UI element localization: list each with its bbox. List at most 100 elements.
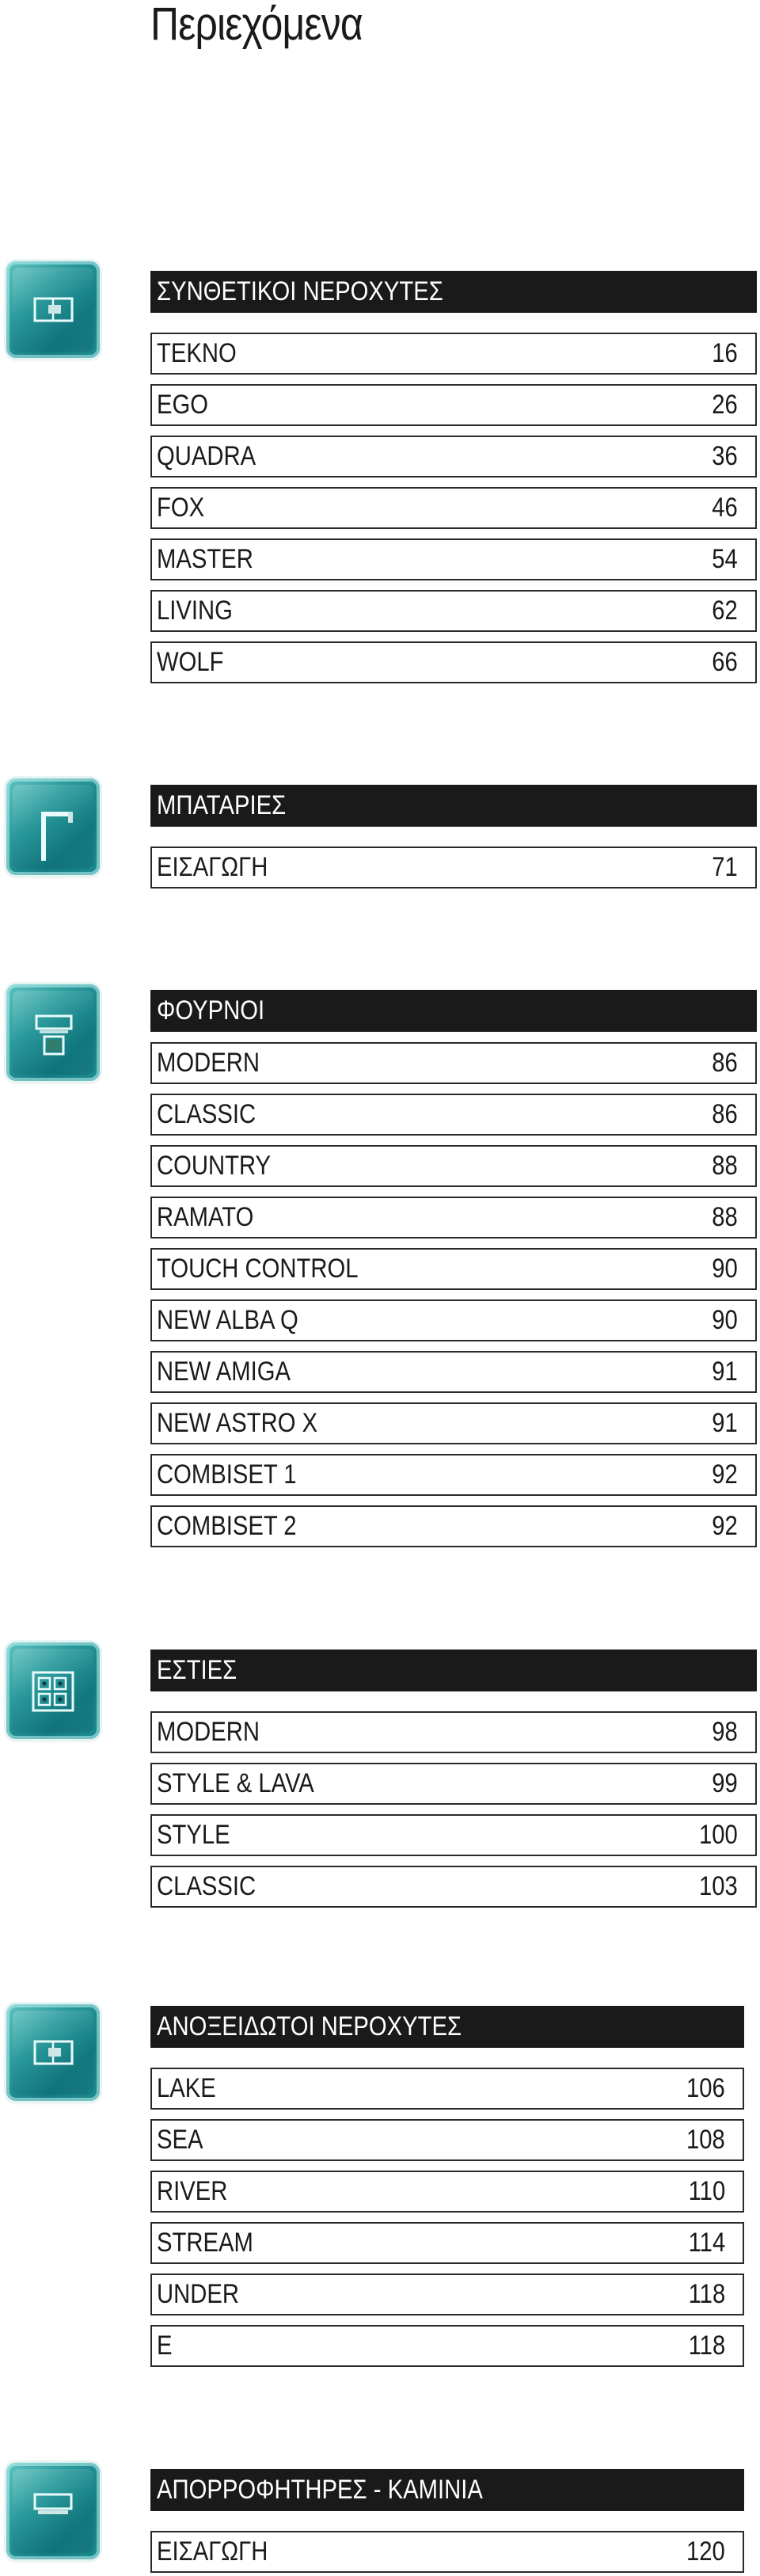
toc-page-number: 86	[712, 1048, 738, 1078]
toc-page-number: 92	[712, 1459, 738, 1490]
toc-row[interactable]: LAKE 106	[150, 2068, 744, 2110]
toc-page-number: 71	[712, 852, 738, 882]
toc-item-name: MODERN	[157, 1048, 260, 1078]
toc-page-number: 88	[712, 1202, 738, 1232]
toc-page-number: 100	[699, 1820, 738, 1850]
toc-item-name: TEKNO	[157, 338, 237, 368]
toc-row[interactable]: COMBISET 1 92	[150, 1454, 757, 1496]
toc-page-number: 16	[712, 338, 738, 368]
toc-item-name: MASTER	[157, 544, 253, 574]
toc-row[interactable]: RAMATO 88	[150, 1197, 757, 1239]
oven-icon	[6, 984, 100, 1081]
toc-item-name: UNDER	[157, 2279, 239, 2309]
toc-item-name: ΕΙΣΑΓΩΓΗ	[157, 852, 268, 882]
toc-page-number: 114	[688, 2228, 725, 2258]
toc-row[interactable]: EGO 26	[150, 384, 757, 426]
toc-page-number: 88	[712, 1151, 738, 1181]
hob-icon	[6, 1642, 100, 1739]
toc-row[interactable]: TOUCH CONTROL 90	[150, 1248, 757, 1290]
toc-item-name: STYLE	[157, 1820, 230, 1850]
toc-row[interactable]: NEW ALBA Q 90	[150, 1299, 757, 1341]
toc-item-name: WOLF	[157, 647, 224, 677]
toc-row[interactable]: CLASSIC 103	[150, 1866, 757, 1908]
toc-page-number: 46	[712, 493, 738, 523]
toc-page-number: 91	[712, 1356, 738, 1387]
toc-page-number: 118	[688, 2331, 725, 2361]
toc-item-name: STREAM	[157, 2228, 253, 2258]
page-title: Περιεχόμενα	[150, 0, 363, 50]
toc-row[interactable]: WOLF 66	[150, 641, 757, 683]
toc-item-name: STYLE & LAVA	[157, 1768, 314, 1798]
toc-row[interactable]: STYLE & LAVA 99	[150, 1763, 757, 1805]
toc-page-number: 110	[688, 2176, 725, 2206]
toc-page-number: 26	[712, 390, 738, 420]
toc-item-name: COMBISET 1	[157, 1459, 297, 1490]
toc-row[interactable]: ΕΙΣΑΓΩΓΗ 120	[150, 2531, 744, 2573]
section-header: ΑΠΟΡΡΟΦΗΤΗΡΕΣ - ΚΑΜΙΝΙΑ	[150, 2469, 744, 2511]
toc-page-number: 92	[712, 1511, 738, 1541]
sink-icon	[6, 2004, 100, 2101]
toc-page-number: 120	[686, 2536, 725, 2566]
toc-row[interactable]: STREAM 114	[150, 2222, 744, 2264]
toc-row[interactable]: E 118	[150, 2325, 744, 2367]
sink-icon	[6, 261, 100, 358]
toc-row[interactable]: FOX 46	[150, 487, 757, 529]
toc-row[interactable]: COUNTRY 88	[150, 1145, 757, 1187]
toc-row[interactable]: MODERN 86	[150, 1042, 757, 1084]
toc-item-name: MODERN	[157, 1717, 260, 1747]
toc-item-name: CLASSIC	[157, 1099, 256, 1129]
toc-item-name: SEA	[157, 2125, 203, 2155]
toc-row[interactable]: CLASSIC 86	[150, 1094, 757, 1136]
toc-item-name: LIVING	[157, 595, 233, 626]
section-header: ΜΠΑΤΑΡΙΕΣ	[150, 785, 757, 827]
toc-item-name: QUADRA	[157, 441, 256, 471]
toc-page-number: 66	[712, 647, 738, 677]
hood-icon	[6, 2463, 100, 2559]
toc-page-number: 54	[712, 544, 738, 574]
toc-item-name: NEW ALBA Q	[157, 1305, 298, 1335]
toc-page-number: 118	[688, 2279, 725, 2309]
toc-row[interactable]: RIVER 110	[150, 2171, 744, 2213]
section-header: ΑΝΟΞΕΙΔΩΤΟΙ ΝΕΡΟΧΥΤΕΣ	[150, 2006, 744, 2048]
toc-page-number: 91	[712, 1408, 738, 1438]
toc-page-number: 90	[712, 1305, 738, 1335]
toc-page-number: 90	[712, 1254, 738, 1284]
toc-item-name: TOUCH CONTROL	[157, 1254, 359, 1284]
toc-item-name: RIVER	[157, 2176, 228, 2206]
toc-row[interactable]: COMBISET 2 92	[150, 1505, 757, 1547]
toc-row[interactable]: LIVING 62	[150, 590, 757, 632]
toc-page-number: 103	[699, 1871, 738, 1901]
section-header: ΣΥΝΘΕΤΙΚΟΙ ΝΕΡΟΧΥΤΕΣ	[150, 271, 757, 313]
toc-item-name: NEW AMIGA	[157, 1356, 291, 1387]
toc-page-number: 98	[712, 1717, 738, 1747]
toc-item-name: NEW ASTRO X	[157, 1408, 318, 1438]
toc-row[interactable]: ΕΙΣΑΓΩΓΗ 71	[150, 847, 757, 888]
toc-row[interactable]: STYLE 100	[150, 1814, 757, 1856]
toc-page-number: 86	[712, 1099, 738, 1129]
section-header: ΦΟΥΡΝΟΙ	[150, 990, 757, 1032]
faucet-icon	[6, 778, 100, 875]
toc-row[interactable]: NEW AMIGA 91	[150, 1351, 757, 1393]
toc-row[interactable]: UNDER 118	[150, 2274, 744, 2315]
toc-row[interactable]: QUADRA 36	[150, 436, 757, 478]
toc-page-number: 36	[712, 441, 738, 471]
toc-row[interactable]: MASTER 54	[150, 538, 757, 580]
toc-row[interactable]: NEW ASTRO X 91	[150, 1402, 757, 1444]
toc-item-name: LAKE	[157, 2073, 216, 2103]
toc-item-name: CLASSIC	[157, 1871, 256, 1901]
toc-item-name: FOX	[157, 493, 205, 523]
toc-item-name: E	[157, 2331, 173, 2361]
toc-page-number: 99	[712, 1768, 738, 1798]
toc-row[interactable]: TEKNO 16	[150, 333, 757, 375]
toc-row[interactable]: MODERN 98	[150, 1711, 757, 1753]
toc-page-number: 62	[712, 595, 738, 626]
section-header: ΕΣΤΙΕΣ	[150, 1649, 757, 1691]
toc-item-name: ΕΙΣΑΓΩΓΗ	[157, 2536, 268, 2566]
toc-row[interactable]: SEA 108	[150, 2119, 744, 2161]
toc-page-number: 106	[686, 2073, 725, 2103]
toc-page-number: 108	[686, 2125, 725, 2155]
toc-item-name: RAMATO	[157, 1202, 254, 1232]
toc-item-name: COMBISET 2	[157, 1511, 297, 1541]
toc-item-name: COUNTRY	[157, 1151, 272, 1181]
toc-item-name: EGO	[157, 390, 208, 420]
